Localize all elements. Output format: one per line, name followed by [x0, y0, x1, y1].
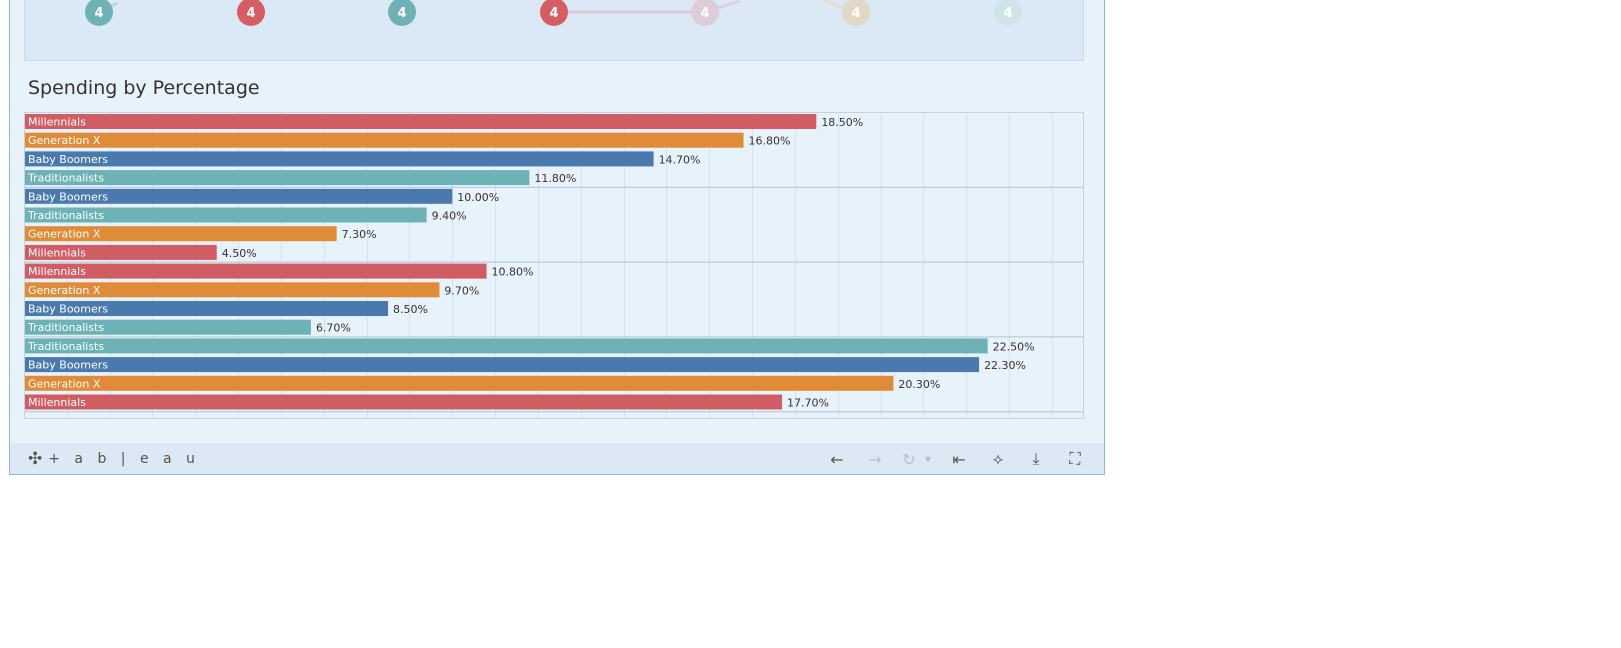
bar[interactable]: Generation X 9.70% — [24, 282, 479, 298]
tableau-logo-text: + a b | e a u — [48, 451, 200, 467]
bar[interactable]: Millennials 17.70% — [24, 394, 829, 410]
bar[interactable]: Millennials 18.50% — [24, 114, 863, 129]
top-sheet-chart: 4 4 4 4 4 4 4 — [85, 0, 1022, 26]
top-node-circle[interactable]: 4 — [842, 0, 870, 26]
revert-button[interactable]: ↻ — [898, 448, 920, 470]
bar-category-label: Millennials — [28, 116, 86, 129]
reset-button[interactable]: ⇤ — [948, 448, 970, 470]
bar-category-label: Millennials — [28, 246, 86, 259]
revert-icon: ↻ — [902, 449, 916, 469]
bar[interactable]: Traditionalists 6.70% — [24, 319, 351, 335]
bar-value-label: 18.50% — [821, 116, 863, 129]
undo-button[interactable]: ← — [826, 448, 848, 470]
download-button[interactable]: ⤓ — [1025, 448, 1047, 470]
node-circle-label: 4 — [397, 6, 406, 21]
bar-value-label: 22.30% — [984, 359, 1026, 372]
bar-category-label: Traditionalists — [27, 321, 104, 334]
top-node-circle[interactable]: 4 — [85, 0, 113, 26]
chart-title: Spending by Percentage — [28, 77, 260, 99]
bar[interactable]: Traditionalists 9.40% — [24, 207, 467, 223]
download-icon: ⤓ — [1032, 449, 1040, 468]
bar-rect — [24, 394, 783, 410]
bar[interactable]: Traditionalists 11.80% — [24, 170, 576, 186]
bar-value-label: 6.70% — [316, 322, 351, 335]
bar-rect — [24, 263, 487, 279]
bar[interactable]: Millennials 10.80% — [24, 263, 534, 279]
bar-rect — [24, 375, 894, 391]
bar-rect — [24, 151, 654, 167]
top-node-circle[interactable]: 4 — [237, 0, 265, 26]
bar[interactable]: Millennials 4.50% — [24, 244, 257, 260]
bar-value-label: 10.80% — [492, 266, 534, 279]
tableau-viz-frame: 4 4 4 4 4 4 4 Spending by Percentage Millennia… — [9, 0, 1105, 475]
tableau-toolbar: ✣ + a b | e a u ← → ↻ ▾ ⇤ ⟡ ⤓ ⛶ — [10, 443, 1104, 474]
bar-rect — [24, 132, 744, 148]
top-node-circle[interactable]: 4 — [994, 0, 1022, 26]
bar-category-label: Baby Boomers — [28, 153, 108, 166]
undo-icon: ← — [830, 449, 844, 469]
node-circle-label: 4 — [700, 6, 709, 21]
bar[interactable]: Baby Boomers 22.30% — [24, 357, 1026, 373]
top-node-circle[interactable]: 4 — [540, 0, 568, 26]
top-sheet-panel: 4 4 4 4 4 4 4 — [24, 0, 1084, 61]
bar-rect — [24, 357, 980, 373]
bar-value-label: 16.80% — [749, 135, 791, 148]
fullscreen-button[interactable]: ⛶ — [1064, 448, 1086, 470]
node-circle-label: 4 — [549, 6, 558, 21]
bar-value-label: 22.50% — [993, 340, 1035, 353]
bar-category-label: Baby Boomers — [28, 190, 108, 203]
top-node-circle[interactable]: 4 — [388, 0, 416, 26]
revert-dropdown-button[interactable]: ▾ — [921, 448, 935, 470]
node-circle-label: 4 — [246, 6, 255, 21]
bar-category-label: Baby Boomers — [28, 303, 108, 316]
chevron-down-icon: ▾ — [924, 452, 932, 466]
bar-value-label: 20.30% — [898, 378, 940, 391]
bar-category-label: Traditionalists — [27, 340, 104, 353]
bar-value-label: 9.70% — [444, 284, 479, 297]
share-button[interactable]: ⟡ — [987, 448, 1009, 470]
bar-category-label: Millennials — [28, 265, 86, 278]
bar[interactable]: Baby Boomers 10.00% — [24, 188, 499, 204]
bar-rect — [24, 338, 988, 354]
bar-category-label: Generation X — [28, 228, 101, 241]
bar-value-label: 10.00% — [457, 191, 499, 204]
bar-chart-plot[interactable]: Millennials 18.50% Generation X 16.80% Baby … — [24, 112, 1084, 423]
bar-chart-svg: Millennials 18.50% Generation X 16.80% Baby … — [24, 112, 1084, 419]
tableau-logo-icon: ✣ — [28, 449, 43, 469]
bar[interactable]: Baby Boomers 14.70% — [24, 151, 701, 167]
bar-value-label: 9.40% — [432, 210, 467, 223]
fullscreen-icon: ⛶ — [1069, 449, 1081, 468]
bar-category-label: Generation X — [28, 134, 101, 147]
bar[interactable]: Generation X 16.80% — [24, 132, 791, 148]
bar-value-label: 11.80% — [534, 172, 576, 185]
tableau-logo[interactable]: ✣ + a b | e a u — [28, 449, 200, 469]
bar-category-label: Generation X — [28, 284, 101, 297]
bar-rect — [24, 114, 817, 129]
node-circle-label: 4 — [851, 6, 860, 21]
reset-icon: ⇤ — [952, 449, 966, 469]
bar[interactable]: Generation X 20.30% — [24, 375, 940, 391]
bar-value-label: 8.50% — [393, 303, 428, 316]
bar-category-label: Generation X — [28, 377, 101, 390]
bar-value-label: 14.70% — [659, 153, 701, 166]
bar-category-label: Traditionalists — [27, 209, 104, 222]
bar-value-label: 7.30% — [342, 228, 377, 241]
redo-icon: → — [868, 449, 882, 469]
node-circle-label: 4 — [1003, 6, 1012, 21]
node-circle-label: 4 — [94, 6, 103, 21]
bar[interactable]: Baby Boomers 8.50% — [24, 301, 428, 316]
share-icon: ⟡ — [992, 449, 1004, 468]
bar[interactable]: Generation X 7.30% — [24, 226, 377, 242]
top-node-circle[interactable]: 4 — [691, 0, 719, 26]
bar-category-label: Traditionalists — [27, 172, 104, 185]
redo-button[interactable]: → — [864, 448, 886, 470]
bar-category-label: Millennials — [28, 396, 86, 409]
bar[interactable]: Traditionalists 22.50% — [24, 338, 1035, 354]
bar-category-label: Baby Boomers — [28, 359, 108, 372]
bar-value-label: 17.70% — [787, 397, 829, 410]
bar-value-label: 4.50% — [222, 247, 257, 260]
